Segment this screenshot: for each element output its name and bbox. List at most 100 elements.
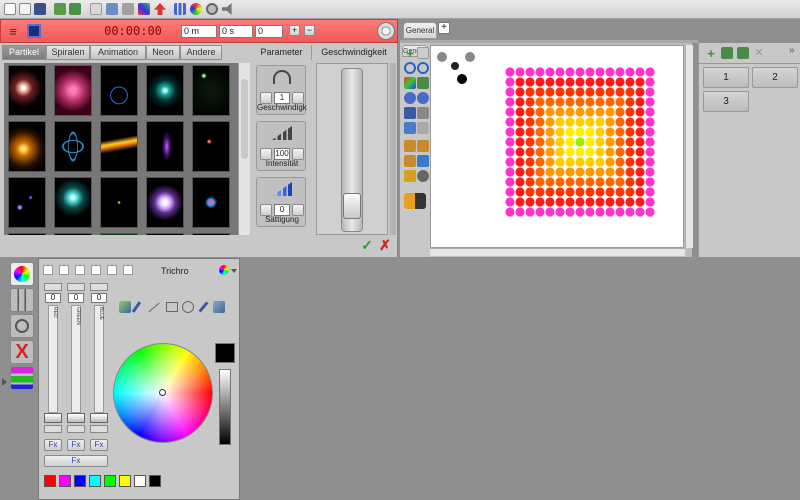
brightness-slider[interactable] — [219, 369, 231, 445]
led-pixel[interactable] — [555, 197, 565, 207]
led-pixel[interactable] — [595, 77, 605, 87]
add-scene-icon[interactable]: + — [705, 47, 717, 60]
rotate-left-icon[interactable] — [404, 92, 416, 104]
led-pixel[interactable] — [555, 187, 565, 197]
fader-handle[interactable] — [90, 413, 108, 423]
red-value[interactable]: 0 — [45, 293, 61, 303]
led-pixel[interactable] — [605, 77, 615, 87]
scrollbar-thumb[interactable] — [241, 79, 248, 159]
led-pixel[interactable] — [585, 147, 595, 157]
color-swatch[interactable] — [104, 475, 116, 487]
led-pixel[interactable] — [535, 127, 545, 137]
preset-slot[interactable] — [91, 265, 101, 275]
led-pixel[interactable] — [585, 77, 595, 87]
led-pixel[interactable] — [565, 167, 575, 177]
led-pixel[interactable] — [595, 167, 605, 177]
fixture-dot[interactable] — [457, 74, 467, 84]
led-pixel[interactable] — [575, 157, 585, 167]
color-swatch[interactable] — [89, 475, 101, 487]
led-pixel[interactable] — [565, 137, 575, 147]
led-pixel[interactable] — [515, 167, 525, 177]
led-pixel[interactable] — [605, 107, 615, 117]
led-pixel[interactable] — [525, 77, 535, 87]
scene-slot[interactable]: 1 — [703, 67, 749, 88]
led-pixel[interactable] — [525, 137, 535, 147]
preset-slot[interactable] — [59, 265, 69, 275]
led-pixel[interactable] — [635, 107, 645, 117]
splitter[interactable] — [400, 40, 698, 43]
led-pixel[interactable] — [545, 77, 555, 87]
faders-tool-button[interactable] — [10, 288, 34, 312]
effect-thumbnail[interactable] — [100, 233, 138, 235]
settings-icon[interactable] — [417, 170, 429, 182]
led-pixel[interactable] — [615, 67, 625, 77]
led-pixel[interactable] — [605, 97, 615, 107]
brush-icon[interactable] — [131, 301, 142, 313]
led-pixel[interactable] — [515, 137, 525, 147]
led-pixel[interactable] — [635, 147, 645, 157]
led-pixel[interactable] — [535, 147, 545, 157]
rotate-right-icon[interactable] — [417, 92, 429, 104]
led-pixel[interactable] — [545, 167, 555, 177]
seconds-field[interactable]: 0 s — [219, 25, 253, 38]
preset-slot[interactable] — [107, 265, 117, 275]
led-pixel[interactable] — [635, 157, 645, 167]
led-pixel[interactable] — [565, 157, 575, 167]
color-tool-button[interactable] — [10, 262, 34, 286]
led-pixel[interactable] — [625, 97, 635, 107]
led-pixel[interactable] — [525, 167, 535, 177]
led-pixel[interactable] — [555, 97, 565, 107]
led-pixel[interactable] — [595, 107, 605, 117]
led-pixel[interactable] — [545, 97, 555, 107]
led-pixel[interactable] — [625, 157, 635, 167]
check-icon[interactable]: ✓ — [360, 238, 374, 252]
led-pixel[interactable] — [645, 207, 655, 217]
effect-thumbnail[interactable] — [100, 65, 138, 116]
led-pixel[interactable] — [645, 67, 655, 77]
tab-general[interactable]: General — [403, 22, 437, 39]
led-pixel[interactable] — [535, 137, 545, 147]
preset-slot[interactable] — [75, 265, 85, 275]
led-pixel[interactable] — [575, 177, 585, 187]
blue-value[interactable]: 0 — [91, 293, 107, 303]
led-pixel[interactable] — [615, 97, 625, 107]
fixture-dot[interactable] — [465, 52, 475, 62]
led-pixel[interactable] — [585, 127, 595, 137]
move-icon[interactable] — [417, 77, 429, 89]
led-pixel[interactable] — [565, 177, 575, 187]
add-tab-button[interactable]: + — [438, 22, 450, 34]
led-pixel[interactable] — [575, 97, 585, 107]
led-pixel[interactable] — [615, 157, 625, 167]
led-pixel[interactable] — [615, 87, 625, 97]
effect-thumbnail[interactable] — [8, 177, 46, 228]
effect-thumbnail[interactable] — [54, 121, 92, 172]
effect-thumbnail[interactable] — [8, 65, 46, 116]
led-pixel[interactable] — [605, 197, 615, 207]
led-pixel[interactable] — [645, 157, 655, 167]
led-pixel[interactable] — [505, 197, 515, 207]
effect-thumbnail[interactable] — [54, 233, 92, 235]
fader-up-arrow[interactable] — [44, 283, 62, 291]
led-pixel[interactable] — [595, 87, 605, 97]
color-wheel-icon[interactable] — [190, 3, 202, 15]
led-pixel[interactable] — [505, 157, 515, 167]
led-pixel[interactable] — [525, 97, 535, 107]
effect-thumbnail[interactable] — [192, 121, 230, 172]
led-pixel[interactable] — [515, 67, 525, 77]
led-pixel[interactable] — [615, 167, 625, 177]
effect-thumbnail[interactable] — [146, 121, 184, 172]
distribute-icon[interactable] — [417, 107, 429, 119]
plus-button[interactable]: + — [289, 25, 300, 36]
led-pixel[interactable] — [565, 187, 575, 197]
led-pixel[interactable] — [525, 157, 535, 167]
fader-down-arrow[interactable] — [67, 425, 85, 433]
led-pixel[interactable] — [575, 127, 585, 137]
led-pixel[interactable] — [585, 137, 595, 147]
led-pixel[interactable] — [625, 77, 635, 87]
led-pixel[interactable] — [565, 117, 575, 127]
color-wheel[interactable] — [113, 343, 213, 443]
led-pixel[interactable] — [605, 117, 615, 127]
red-fader[interactable]: 0 RED — [44, 283, 62, 433]
led-pixel[interactable] — [605, 187, 615, 197]
led-pixel[interactable] — [565, 147, 575, 157]
